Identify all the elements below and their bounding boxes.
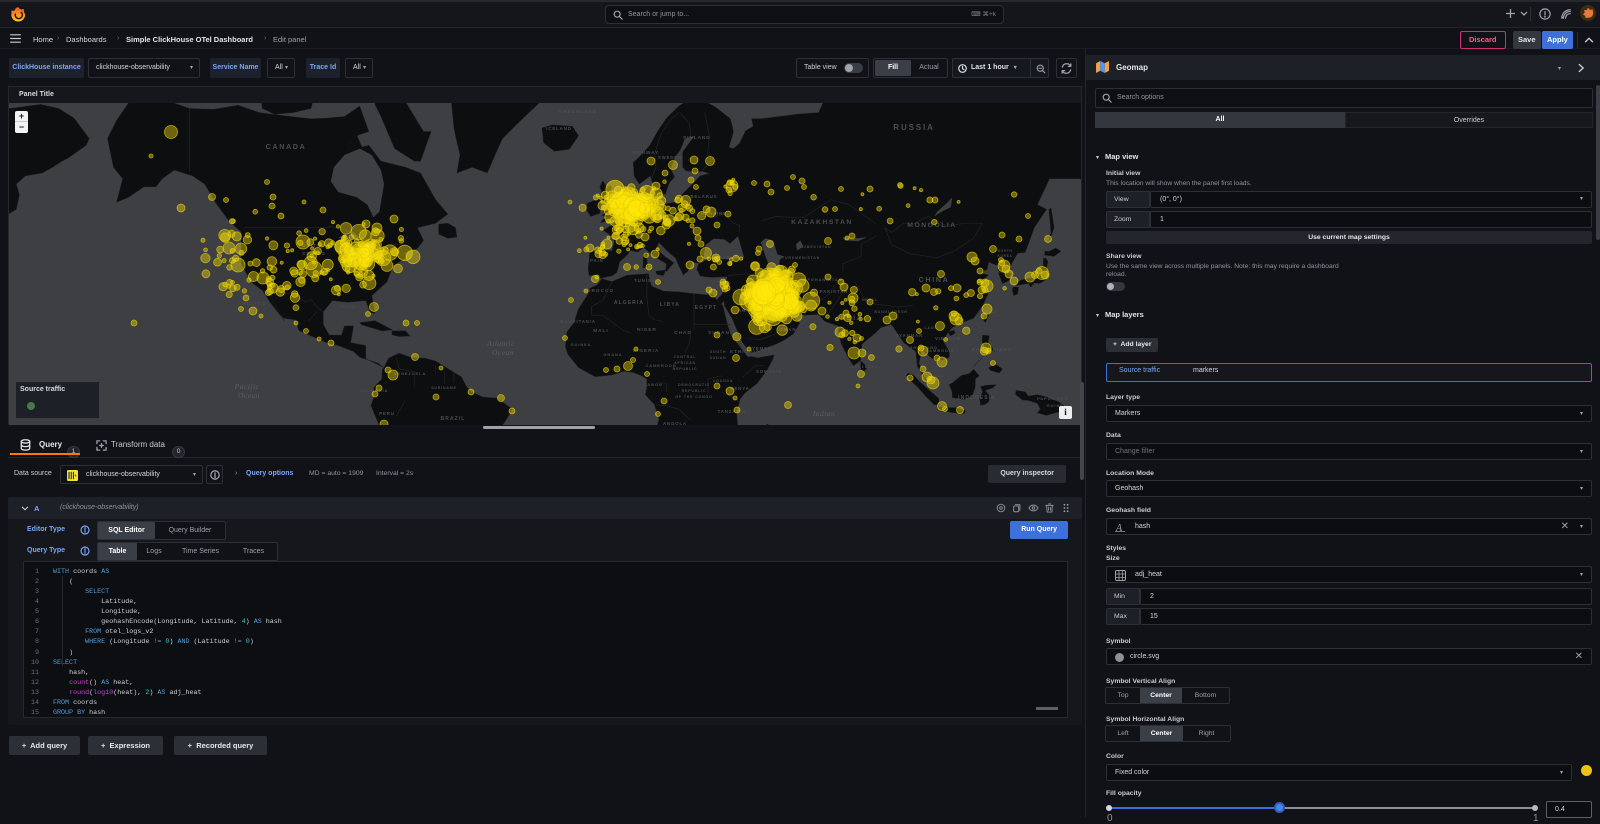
svg-text:GHANA: GHANA: [603, 352, 622, 357]
svg-text:OF THE CONGO: OF THE CONGO: [675, 395, 712, 399]
svg-text:SURINAME: SURINAME: [431, 386, 457, 390]
svg-text:Indian: Indian: [812, 409, 836, 418]
svg-text:MEXICO: MEXICO: [242, 301, 267, 306]
svg-text:DEMOCRATIC: DEMOCRATIC: [678, 383, 710, 387]
svg-text:EGYPT: EGYPT: [695, 305, 717, 311]
svg-text:NORWAY: NORWAY: [633, 150, 660, 155]
svg-text:PHILIPPINES: PHILIPPINES: [972, 347, 1012, 352]
svg-text:PERU: PERU: [379, 411, 395, 416]
svg-text:GUINEA: GUINEA: [571, 342, 592, 347]
svg-text:RUSSIA: RUSSIA: [893, 123, 934, 132]
svg-text:CENTRAL: CENTRAL: [674, 355, 697, 359]
svg-text:FINLAND: FINLAND: [683, 135, 711, 140]
svg-text:Ocean: Ocean: [238, 391, 260, 400]
svg-text:Ocean: Ocean: [492, 348, 514, 357]
svg-text:BELARUS: BELARUS: [690, 194, 717, 199]
svg-text:VIETNAM: VIETNAM: [935, 336, 961, 341]
svg-text:GREENLAND: GREENLAND: [559, 109, 598, 114]
svg-text:MALI: MALI: [593, 328, 608, 333]
svg-text:REPUBLIC: REPUBLIC: [682, 389, 707, 393]
svg-text:CAMBODIA: CAMBODIA: [925, 348, 954, 353]
svg-text:SWEDEN: SWEDEN: [658, 155, 682, 160]
svg-text:CHINA: CHINA: [919, 275, 950, 284]
svg-text:REPUBLIC: REPUBLIC: [673, 367, 698, 371]
svg-text:AFRICAN: AFRICAN: [674, 361, 696, 365]
svg-text:ICELAND: ICELAND: [546, 126, 571, 131]
svg-text:ETHIOPIA: ETHIOPIA: [730, 349, 760, 354]
svg-text:ANGOLA: ANGOLA: [663, 421, 687, 425]
svg-text:INDONESIA: INDONESIA: [958, 395, 996, 401]
svg-text:CHAD: CHAD: [674, 330, 692, 335]
svg-text:MAURITANIA: MAURITANIA: [560, 319, 596, 324]
svg-text:NIGER: NIGER: [637, 327, 657, 332]
svg-text:SUDAN: SUDAN: [710, 356, 727, 360]
svg-text:ALGERIA: ALGERIA: [614, 300, 644, 306]
svg-text:GABON: GABON: [643, 382, 662, 387]
svg-text:A: A: [1115, 523, 1123, 532]
svg-text:CUBA: CUBA: [342, 305, 356, 309]
svg-text:TUNISIA: TUNISIA: [634, 278, 658, 283]
svg-text:SOMALIA: SOMALIA: [756, 369, 782, 374]
svg-text:CANADA: CANADA: [266, 142, 307, 151]
svg-text:LIBYA: LIBYA: [660, 302, 680, 308]
svg-text:UZBEKISTAN: UZBEKISTAN: [801, 245, 832, 249]
svg-text:TURKMENISTAN: TURKMENISTAN: [782, 256, 820, 260]
svg-text:PAPUA NEW: PAPUA NEW: [1037, 396, 1069, 401]
svg-text:Atlantic: Atlantic: [486, 339, 515, 348]
svg-text:SRI LANKA: SRI LANKA: [852, 365, 879, 369]
svg-text:KAZAKHSTAN: KAZAKHSTAN: [791, 219, 853, 226]
svg-text:SPAIN: SPAIN: [586, 258, 603, 263]
svg-text:NORTH: NORTH: [998, 249, 1013, 253]
svg-text:AFGHANISTAN: AFGHANISTAN: [804, 277, 843, 282]
svg-text:Pacific: Pacific: [234, 382, 260, 391]
svg-text:TANZANIA: TANZANIA: [718, 409, 747, 414]
svg-text:VENEZUELA: VENEZUELA: [394, 371, 426, 376]
svg-text:SOUTH: SOUTH: [710, 350, 727, 354]
svg-text:UGANDA: UGANDA: [713, 379, 734, 383]
svg-text:BRAZIL: BRAZIL: [441, 416, 466, 422]
